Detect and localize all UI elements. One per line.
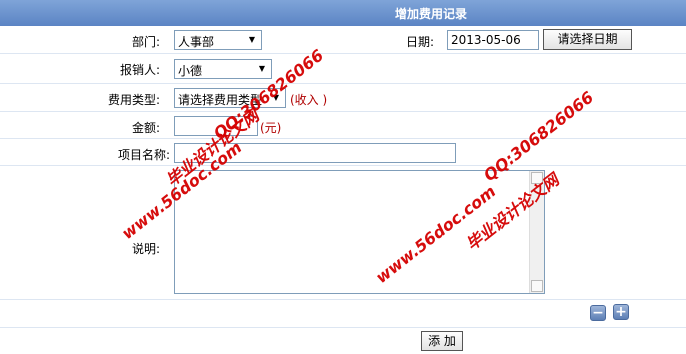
- form-title: 增加费用记录: [394, 6, 467, 21]
- add-button[interactable]: 添 加: [421, 331, 463, 351]
- reporter-select[interactable]: 小德 ▼: [174, 59, 272, 79]
- choose-date-button[interactable]: 请选择日期: [543, 29, 632, 50]
- minus-icon[interactable]: −: [590, 305, 606, 321]
- description-label: 说明:: [131, 242, 160, 256]
- date-label: 日期:: [405, 35, 434, 49]
- expense-type-hint: (收入 ): [290, 93, 328, 107]
- chevron-down-icon: ▼: [248, 35, 256, 44]
- form-title-bar: 增加费用记录: [0, 0, 686, 26]
- date-input[interactable]: 2013-05-06: [447, 30, 539, 50]
- department-select[interactable]: 人事部 ▼: [174, 30, 262, 50]
- department-label: 部门:: [131, 35, 160, 49]
- amount-label: 金额:: [131, 121, 160, 135]
- reporter-label: 报销人:: [119, 63, 160, 77]
- row-amount: [0, 112, 686, 139]
- plus-icon[interactable]: +: [613, 304, 629, 320]
- chevron-down-icon: ▼: [258, 64, 266, 73]
- row-reporter: [0, 54, 686, 84]
- row-controls: [0, 300, 686, 328]
- scroll-down-button[interactable]: [531, 280, 543, 292]
- project-label: 项目名称:: [117, 148, 170, 162]
- expense-type-label: 费用类型:: [107, 93, 160, 107]
